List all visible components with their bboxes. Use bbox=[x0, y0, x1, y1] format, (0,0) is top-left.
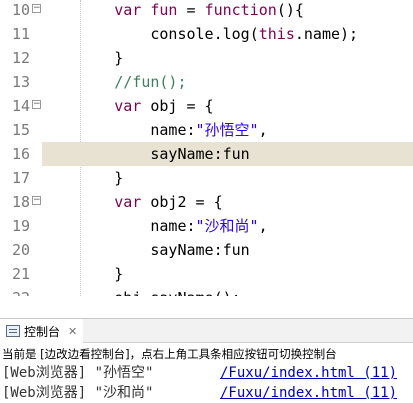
code-token: } bbox=[42, 265, 124, 283]
code-line[interactable]: sayName:fun bbox=[42, 238, 413, 262]
code-token: console.log( bbox=[42, 25, 259, 43]
line-number: 22 bbox=[12, 286, 33, 296]
gutter-line: 11 bbox=[0, 22, 42, 46]
code-token: fun bbox=[150, 1, 178, 19]
code-line[interactable]: var fun = function(){ bbox=[42, 0, 413, 22]
code-token: , bbox=[258, 217, 268, 235]
source-location-link[interactable]: /Fuxu/index.html (11) bbox=[220, 383, 397, 403]
code-token: obj2 = { bbox=[141, 193, 223, 211]
console-output-line: [Web浏览器] "沙和尚" /Fuxu/index.html (11) bbox=[2, 383, 413, 403]
code-editor[interactable]: 10−11121314−15161718−19202122232425 var … bbox=[0, 0, 413, 296]
code-line[interactable]: sayName:fun bbox=[42, 142, 413, 166]
gutter-line: 10− bbox=[0, 0, 42, 22]
code-line[interactable]: var obj = { bbox=[42, 94, 413, 118]
gutter-line: 13 bbox=[0, 70, 42, 94]
code-line[interactable]: name:"孙悟空", bbox=[42, 118, 413, 142]
line-number-gutter: 10−11121314−15161718−19202122232425 bbox=[0, 0, 42, 296]
line-number: 19 bbox=[12, 217, 31, 235]
code-token: (){ bbox=[276, 1, 304, 19]
line-number: 17 bbox=[12, 169, 31, 187]
code-token: //fun(); bbox=[114, 73, 187, 91]
gutter-line: 15 bbox=[0, 118, 42, 142]
line-number: 14 bbox=[12, 97, 31, 115]
line-number: 21 bbox=[12, 265, 31, 283]
gutter-line: 16 bbox=[0, 142, 42, 166]
code-line[interactable]: //fun(); bbox=[42, 70, 413, 94]
fold-toggle-icon[interactable]: − bbox=[32, 100, 41, 109]
code-token: "孙悟空" bbox=[195, 121, 259, 139]
close-icon[interactable]: ✕ bbox=[68, 325, 77, 338]
source-location-link[interactable]: /Fuxu/index.html (11) bbox=[220, 363, 397, 383]
code-token: "沙和尚" bbox=[195, 217, 259, 235]
console-output-text: [Web浏览器] "沙和尚" bbox=[2, 385, 154, 401]
code-token: var bbox=[114, 1, 142, 19]
fold-toggle-icon[interactable]: − bbox=[32, 196, 41, 205]
code-token: , bbox=[258, 121, 268, 139]
line-number: 16 bbox=[12, 145, 31, 163]
code-token: var bbox=[114, 97, 142, 115]
gutter-line: 17 bbox=[0, 166, 42, 190]
code-line[interactable]: } bbox=[42, 46, 413, 70]
line-number: 10 bbox=[12, 1, 31, 19]
code-line[interactable]: var obj2 = { bbox=[42, 190, 413, 214]
line-number: 13 bbox=[12, 73, 31, 91]
console-icon bbox=[6, 325, 20, 337]
code-token: function bbox=[204, 1, 277, 19]
gutter-line: 22 bbox=[0, 286, 42, 296]
code-line[interactable]: } bbox=[42, 262, 413, 286]
code-line[interactable]: obj.sayName(); bbox=[42, 286, 413, 296]
fold-toggle-icon[interactable]: − bbox=[32, 4, 41, 13]
code-token: obj = { bbox=[141, 97, 214, 115]
code-token: obj.sayName(); bbox=[42, 289, 240, 296]
code-token: var bbox=[114, 193, 142, 211]
console-status-text: 当前是 [边改边看控制台]，点右上角工具条相应按钮可切换控制台 bbox=[2, 347, 337, 361]
line-number: 20 bbox=[12, 241, 31, 259]
code-token: sayName:fun bbox=[42, 241, 250, 259]
line-number: 15 bbox=[12, 121, 31, 139]
code-token: name: bbox=[42, 121, 196, 139]
tab-console-label: 控制台 bbox=[24, 324, 61, 339]
code-token: = bbox=[177, 1, 205, 19]
gutter-line: 12 bbox=[0, 46, 42, 70]
console-panel: 控制台 ✕ 当前是 [边改边看控制台]，点右上角工具条相应按钮可切换控制台 [W… bbox=[0, 318, 413, 403]
gutter-line: 20 bbox=[0, 238, 42, 262]
tab-console[interactable]: 控制台 ✕ bbox=[0, 319, 84, 343]
gutter-line: 19 bbox=[0, 214, 42, 238]
gutter-line: 21 bbox=[0, 262, 42, 286]
gutter-line: 18− bbox=[0, 190, 42, 214]
console-output-text: [Web浏览器] "孙悟空" bbox=[2, 365, 154, 381]
line-number: 12 bbox=[12, 49, 31, 67]
line-number: 18 bbox=[12, 193, 31, 211]
code-token: } bbox=[42, 49, 124, 67]
code-line[interactable]: name:"沙和尚", bbox=[42, 214, 413, 238]
code-line[interactable]: console.log(this.name); bbox=[42, 22, 413, 46]
code-token: .name); bbox=[294, 25, 359, 43]
code-token: sayName:fun bbox=[42, 145, 250, 163]
gutter-line: 14− bbox=[0, 94, 42, 118]
code-area[interactable]: var fun = function(){ console.log(this.n… bbox=[42, 0, 413, 296]
console-output-line: [Web浏览器] "孙悟空" /Fuxu/index.html (11) bbox=[2, 363, 413, 383]
console-tab-bar: 控制台 ✕ bbox=[0, 319, 413, 343]
line-number: 11 bbox=[12, 25, 31, 43]
code-token: this bbox=[258, 25, 295, 43]
code-token: } bbox=[42, 169, 124, 187]
code-token: name: bbox=[42, 217, 196, 235]
code-line[interactable]: } bbox=[42, 166, 413, 190]
